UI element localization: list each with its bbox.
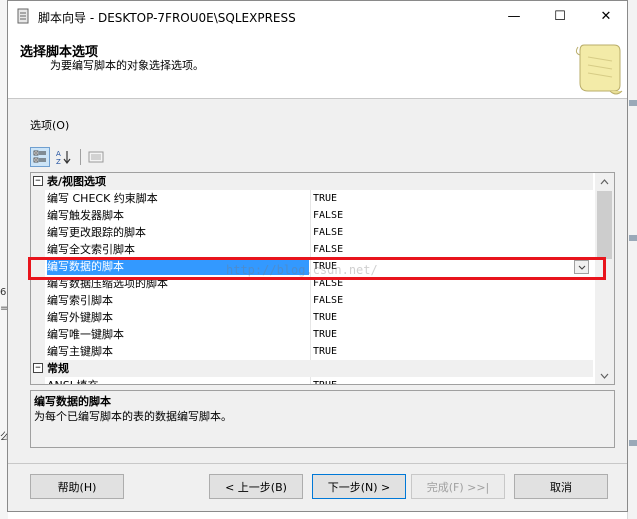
collapse-icon[interactable]: − [33, 176, 43, 186]
minimize-button[interactable]: — [491, 1, 537, 31]
property-row[interactable]: ANSI 填充 TRUE [31, 377, 593, 384]
column-divider [310, 258, 311, 275]
property-row[interactable]: 编写更改跟踪的脚本 FALSE [31, 224, 593, 241]
description-text: 为每个已编写脚本的表的数据编写脚本。 [34, 410, 232, 423]
finish-button[interactable]: 完成(F) >>| [411, 474, 505, 499]
property-value: TRUE [313, 378, 337, 384]
background-window-right [627, 0, 637, 519]
column-divider [310, 343, 311, 360]
category-row[interactable]: − 表/视图选项 [31, 173, 593, 190]
property-name: 编写触发器脚本 [47, 209, 124, 222]
property-name: 编写全文索引脚本 [47, 243, 135, 256]
description-panel: 编写数据的脚本 为每个已编写脚本的表的数据编写脚本。 [30, 390, 615, 448]
script-wizard-window: 脚本向导 - DESKTOP-7FROU0E\SQLEXPRESS — ☐ ✕ … [7, 0, 628, 512]
property-value: FALSE [313, 295, 344, 306]
chevron-down-icon [578, 265, 585, 270]
alphabetical-sort-icon: A Z [56, 150, 71, 165]
value-dropdown-button[interactable] [574, 260, 589, 274]
wizard-header: 选择脚本选项 为要编写脚本的对象选择选项。 [8, 31, 627, 99]
scroll-down-button[interactable] [595, 367, 614, 384]
column-divider [310, 309, 311, 326]
property-name: 编写索引脚本 [47, 294, 113, 307]
property-name: 编写唯一键脚本 [47, 328, 124, 341]
property-row[interactable]: 编写主键脚本 TRUE [31, 343, 593, 360]
property-row[interactable]: 编写索引脚本 FALSE [31, 292, 593, 309]
property-name: ANSI 填充 [47, 378, 309, 384]
back-button[interactable]: < 上一步(B) [209, 474, 303, 499]
close-button[interactable]: ✕ [583, 1, 629, 31]
collapse-icon[interactable]: − [33, 363, 43, 373]
property-value[interactable]: TRUE [313, 259, 337, 274]
app-icon [17, 8, 29, 24]
categorized-icon [33, 150, 46, 163]
svg-text:A: A [56, 150, 61, 158]
maximize-icon: ☐ [554, 8, 566, 24]
property-name: 编写外键脚本 [47, 311, 113, 324]
title-bar[interactable]: 脚本向导 - DESKTOP-7FROU0E\SQLEXPRESS — ☐ ✕ [8, 1, 627, 31]
property-value: TRUE [313, 346, 338, 357]
property-row[interactable]: 编写全文索引脚本 FALSE [31, 241, 593, 258]
alphabetical-button[interactable]: A Z [54, 147, 74, 167]
vertical-scrollbar[interactable] [595, 173, 614, 384]
page-subtitle: 为要编写脚本的对象选择选项。 [50, 59, 204, 72]
property-row[interactable]: 编写数据压缩选项的脚本 FALSE [31, 275, 593, 292]
background-fragment: 6 [0, 287, 7, 298]
description-title: 编写数据的脚本 [34, 395, 111, 408]
close-icon: ✕ [600, 8, 612, 24]
category-label: 常规 [47, 362, 69, 375]
footer-divider [8, 463, 627, 464]
property-value: TRUE [313, 193, 338, 204]
property-value: FALSE [313, 244, 344, 255]
property-pages-icon [88, 151, 104, 163]
property-value: TRUE [313, 312, 338, 323]
scroll-icon [575, 44, 623, 95]
property-row[interactable]: 编写唯一键脚本 TRUE [31, 326, 593, 343]
chevron-down-icon [600, 373, 609, 379]
property-row[interactable]: 编写数据的脚本 TRUE [31, 258, 593, 275]
maximize-button[interactable]: ☐ [537, 1, 583, 31]
scroll-up-button[interactable] [595, 173, 614, 190]
column-divider [310, 275, 311, 292]
help-button[interactable]: 帮助(H) [30, 474, 124, 499]
svg-text:Z: Z [56, 158, 61, 165]
property-value: FALSE [313, 278, 344, 289]
property-row[interactable]: 编写外键脚本 TRUE [31, 309, 593, 326]
property-grid[interactable]: − 表/视图选项 编写 CHECK 约束脚本 TRUE 编写触发器脚本 FALSE 编写更改… [30, 172, 615, 385]
chevron-up-icon [600, 178, 609, 184]
category-row[interactable]: − 常规 [31, 360, 593, 377]
next-button[interactable]: 下一步(N) > [312, 474, 406, 499]
property-pages-button[interactable] [86, 147, 106, 167]
property-name: 编写更改跟踪的脚本 [47, 226, 146, 239]
column-divider [310, 224, 311, 241]
column-divider [310, 326, 311, 343]
category-label: 表/视图选项 [47, 175, 107, 188]
column-divider [310, 292, 311, 309]
property-value: TRUE [313, 329, 338, 340]
minimize-icon: — [507, 8, 521, 24]
property-name: 编写数据压缩选项的脚本 [47, 277, 168, 290]
categorized-button[interactable] [30, 147, 50, 167]
column-divider [310, 190, 311, 207]
property-name: 编写主键脚本 [47, 345, 113, 358]
column-divider [310, 377, 311, 384]
property-name: 编写 CHECK 约束脚本 [47, 192, 158, 205]
property-value: FALSE [313, 210, 344, 221]
column-divider [310, 207, 311, 224]
toolbar-separator [80, 149, 81, 165]
window-title: 脚本向导 - DESKTOP-7FROU0E\SQLEXPRESS [38, 11, 296, 25]
options-label: 选项(O) [30, 119, 70, 132]
cancel-button[interactable]: 取消 [514, 474, 608, 499]
column-divider [310, 241, 311, 258]
scroll-thumb[interactable] [597, 191, 612, 259]
property-value: FALSE [313, 227, 344, 238]
property-row[interactable]: 编写触发器脚本 FALSE [31, 207, 593, 224]
property-row[interactable]: 编写 CHECK 约束脚本 TRUE [31, 190, 593, 207]
property-name: 编写数据的脚本 [47, 259, 309, 275]
